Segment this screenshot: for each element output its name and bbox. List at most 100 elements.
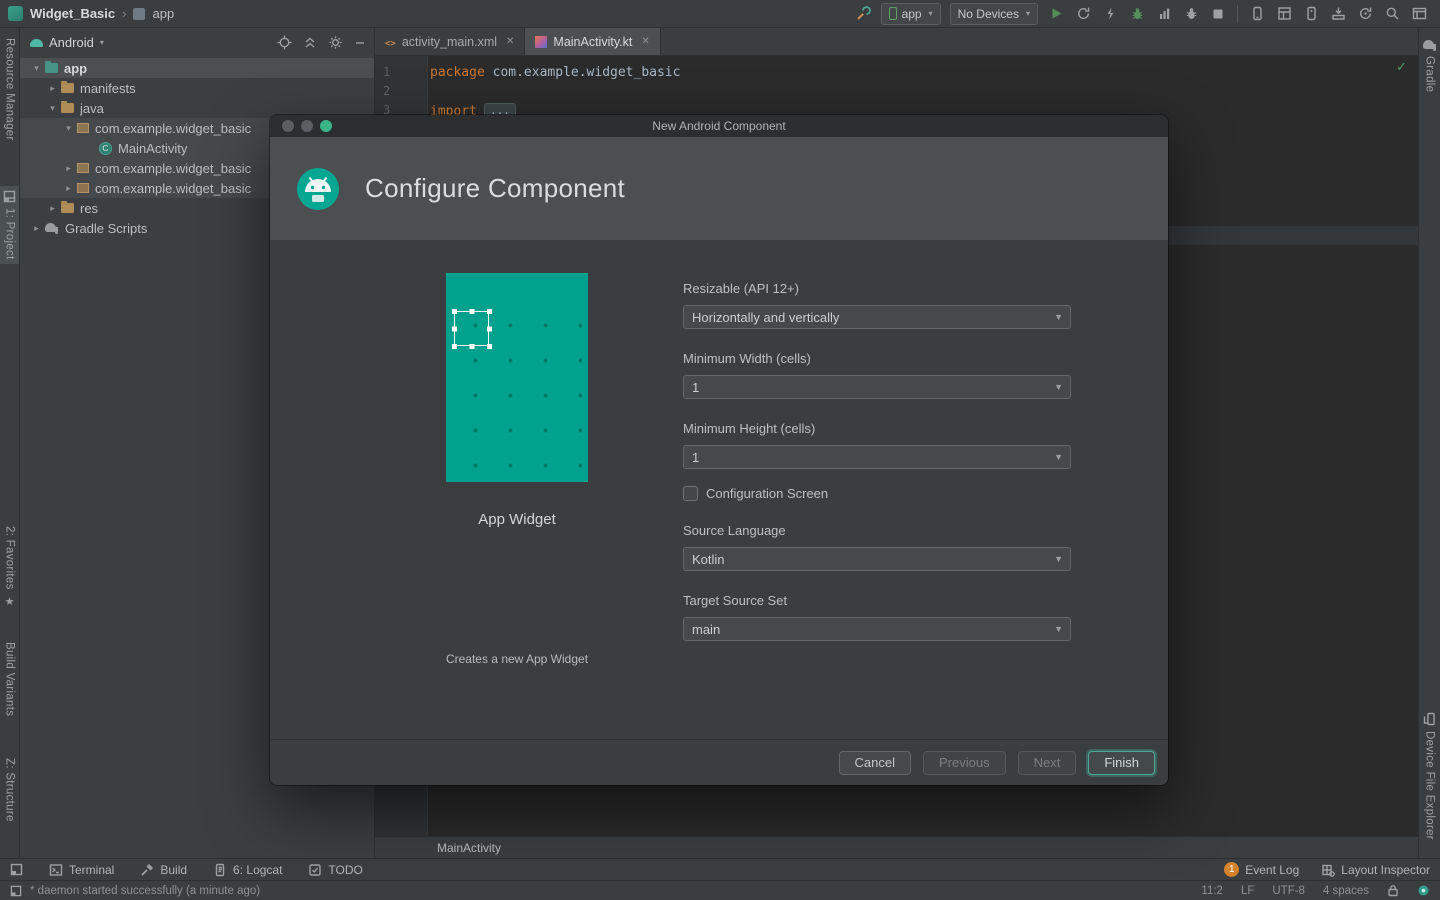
xml-file-icon: [385, 35, 396, 49]
device-manager-button[interactable]: [1244, 2, 1270, 26]
line-separator[interactable]: LF: [1241, 885, 1254, 897]
star-icon: ★: [5, 595, 15, 608]
caret-position[interactable]: 11:2: [1201, 885, 1223, 897]
stripe-structure[interactable]: Z: Structure: [0, 754, 19, 826]
source-language-select[interactable]: Kotlin ▼: [683, 547, 1071, 571]
stripe-build-variants[interactable]: Build Variants: [0, 638, 19, 720]
attach-debugger-button[interactable]: [1178, 2, 1204, 26]
stripe-label: 2: Favorites: [4, 526, 16, 590]
expand-arrow-icon[interactable]: ▸: [28, 223, 45, 234]
tree-item-app[interactable]: ▾ app: [20, 58, 374, 78]
widget-selection-box: [454, 311, 489, 346]
inspections-ok-icon[interactable]: [1396, 59, 1407, 75]
run-config-selector[interactable]: app ▾: [881, 3, 941, 25]
status-indicator-icon[interactable]: [1417, 884, 1430, 897]
profiler-button[interactable]: [1151, 2, 1177, 26]
window-zoom-button[interactable]: [320, 120, 332, 132]
lock-icon[interactable]: [1387, 884, 1399, 897]
next-button[interactable]: Next: [1018, 751, 1077, 775]
source-language-label: Source Language: [683, 523, 786, 538]
status-bar-widgets: 11:2 LF UTF-8 4 spaces: [1201, 884, 1430, 897]
project-name: Widget_Basic: [30, 6, 115, 21]
configuration-screen-checkbox[interactable]: [683, 486, 698, 501]
min-height-label: Minimum Height (cells): [683, 421, 815, 436]
expand-arrow-icon[interactable]: ▸: [44, 203, 61, 214]
chevron-down-icon: ▾: [929, 9, 933, 18]
window-close-button[interactable]: [282, 120, 294, 132]
dialog-header: Configure Component: [270, 137, 1168, 240]
window-minimize-button[interactable]: [301, 120, 313, 132]
expand-arrow-icon[interactable]: ▾: [44, 103, 61, 114]
locate-file-icon[interactable]: [277, 35, 292, 50]
tree-item-manifests[interactable]: ▸ manifests: [20, 78, 374, 98]
close-tab-icon[interactable]: ✕: [641, 36, 649, 47]
toolwindow-event-log[interactable]: 1 Event Log: [1224, 862, 1299, 877]
gradle-icon: [1423, 40, 1437, 51]
android-icon: [30, 39, 43, 47]
widget-description: Creates a new App Widget: [426, 652, 608, 666]
previous-button[interactable]: Previous: [923, 751, 1006, 775]
dialog-title: New Android Component: [652, 119, 785, 133]
tab-activity-main-xml[interactable]: activity_main.xml ✕: [375, 28, 525, 55]
apply-code-changes-button[interactable]: [1097, 2, 1123, 26]
toolwindow-todo[interactable]: TODO: [308, 863, 362, 877]
avd-manager-button[interactable]: [1298, 2, 1324, 26]
stripe-project[interactable]: 1: Project: [0, 186, 19, 264]
expand-arrow-icon[interactable]: ▸: [60, 163, 77, 174]
device-selector[interactable]: No Devices ▾: [950, 3, 1038, 25]
stop-button[interactable]: [1205, 2, 1231, 26]
gradle-sync-button[interactable]: [1352, 2, 1378, 26]
min-height-select[interactable]: 1 ▼: [683, 445, 1071, 469]
toolwindow-layout-inspector[interactable]: Layout Inspector: [1321, 863, 1430, 877]
toolwindow-logcat[interactable]: 6: Logcat: [213, 863, 282, 877]
resizable-select[interactable]: Horizontally and vertically ▼: [683, 305, 1071, 329]
search-everywhere-button[interactable]: [1379, 2, 1405, 26]
cancel-button[interactable]: Cancel: [839, 751, 911, 775]
stripe-device-file-explorer[interactable]: Device File Explorer: [1419, 708, 1440, 844]
expand-arrow-icon[interactable]: ▸: [44, 83, 61, 94]
expand-arrow-icon[interactable]: ▾: [60, 123, 77, 134]
dialog-titlebar[interactable]: New Android Component: [270, 115, 1168, 137]
toolwindow-label: 6: Logcat: [233, 863, 282, 877]
run-button[interactable]: [1043, 2, 1069, 26]
code-view[interactable]: 1 package com.example.widget_basic 2 3 i…: [375, 56, 1418, 122]
expand-arrow-icon[interactable]: ▾: [28, 63, 45, 74]
stripe-label: Device File Explorer: [1424, 731, 1436, 840]
tree-item-label: MainActivity: [118, 141, 187, 156]
stripe-resource-manager[interactable]: Resource Manager: [0, 34, 19, 145]
gear-icon[interactable]: [328, 35, 343, 50]
status-message[interactable]: * daemon started successfully (a minute …: [30, 885, 260, 897]
right-tool-stripe: Gradle Device File Explorer: [1418, 28, 1440, 858]
collapse-all-icon[interactable]: [303, 36, 317, 50]
target-source-set-select[interactable]: main ▼: [683, 617, 1071, 641]
file-encoding[interactable]: UTF-8: [1272, 885, 1305, 897]
toolwindow-corner-icon[interactable]: [10, 885, 22, 897]
min-width-select[interactable]: 1 ▼: [683, 375, 1071, 399]
breadcrumb-module[interactable]: app: [152, 6, 174, 21]
tree-item-label: res: [80, 201, 98, 216]
wrench-icon[interactable]: [850, 2, 876, 26]
sdk-manager-button[interactable]: [1325, 2, 1351, 26]
layout-inspector-button[interactable]: [1271, 2, 1297, 26]
close-tab-icon[interactable]: ✕: [506, 36, 514, 47]
window-settings-button[interactable]: [1406, 2, 1432, 26]
tab-mainactivity-kt[interactable]: MainActivity.kt ✕: [525, 28, 660, 55]
finish-button[interactable]: Finish: [1088, 751, 1155, 775]
stripe-favorites[interactable]: 2: Favorites ★: [0, 522, 19, 612]
debug-button[interactable]: [1124, 2, 1150, 26]
indent-style[interactable]: 4 spaces: [1323, 885, 1369, 897]
stripe-gradle[interactable]: Gradle: [1419, 36, 1440, 96]
toolwindow-build[interactable]: Build: [140, 863, 187, 877]
toolwindow-terminal[interactable]: Terminal: [49, 863, 114, 877]
android-app-folder-icon: [45, 63, 58, 73]
context-file-label[interactable]: MainActivity: [437, 841, 501, 855]
apply-changes-button[interactable]: [1070, 2, 1096, 26]
package-icon: [77, 123, 89, 133]
hide-panel-icon[interactable]: [354, 37, 366, 49]
toolwindow-switcher-icon[interactable]: [10, 863, 23, 876]
gradle-icon: [45, 223, 59, 234]
folder-icon: [61, 103, 74, 113]
project-view-selector[interactable]: Android: [49, 35, 94, 50]
expand-arrow-icon[interactable]: ▸: [60, 183, 77, 194]
toolbar-separator: [1237, 5, 1238, 23]
